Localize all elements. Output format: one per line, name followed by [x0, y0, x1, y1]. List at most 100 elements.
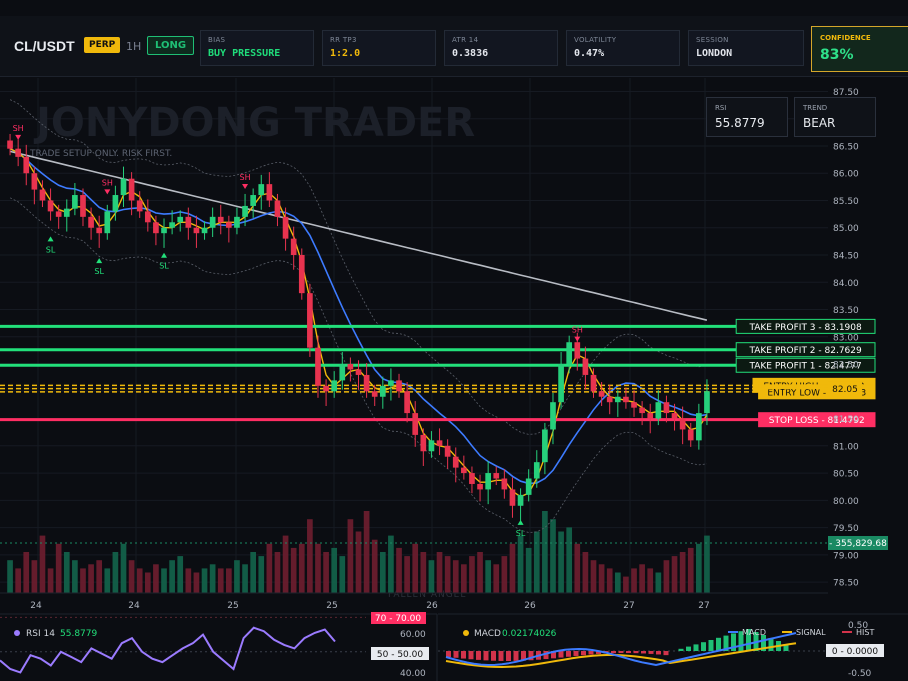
time-tick: 27: [623, 601, 634, 611]
volume-bar: [72, 560, 78, 593]
candle-body: [355, 369, 362, 375]
candle-body: [428, 440, 435, 452]
volume-bar: [655, 572, 662, 593]
macd-hist-bar: [686, 646, 691, 651]
time-tick: 26: [426, 601, 438, 611]
macd-value: 0.02174026: [502, 629, 557, 639]
candle-body: [307, 293, 313, 348]
volume-bar: [493, 564, 500, 593]
candle-body: [469, 473, 475, 484]
macd-hist-bar: [701, 642, 706, 651]
volume-bar: [112, 552, 119, 593]
volume-bar: [209, 564, 216, 593]
volume-bar: [623, 576, 629, 593]
macd-legend-dot: [463, 630, 469, 636]
macd-hist-bar: [708, 640, 714, 651]
candle-body: [517, 494, 524, 506]
volume-bar: [614, 572, 621, 593]
candle-body: [347, 364, 354, 370]
volume-bar: [153, 564, 159, 593]
candle-body: [704, 391, 710, 414]
candle-body: [88, 216, 94, 228]
price-tick: 79.50: [833, 524, 859, 534]
candle-body: [444, 445, 451, 457]
candle-body: [323, 385, 329, 392]
swing-low-label: SL: [516, 529, 526, 538]
volume-bar: [258, 556, 265, 593]
volume-bar: [598, 564, 605, 593]
volume-bar: [582, 552, 589, 593]
volume-bar: [355, 531, 362, 593]
rsi-title: RSI 14: [26, 629, 55, 639]
candle-body: [420, 434, 427, 452]
volume-bar: [31, 560, 38, 593]
macd-hist-bar: [626, 651, 631, 654]
macd-legend-label: SIGNAL: [796, 628, 826, 637]
volume-bar: [388, 535, 394, 593]
macd-hist-bar: [461, 651, 466, 659]
volume-bar: [379, 552, 386, 593]
candle-body: [412, 413, 419, 435]
volume-bar: [639, 564, 645, 593]
price-tick: 81.50: [833, 415, 859, 425]
volume-bar: [396, 547, 402, 593]
macd-hist-bar: [656, 651, 661, 655]
watermark-subtitle: TRADE SETUP ONLY. RISK FIRST.: [29, 149, 172, 159]
candle-body: [185, 216, 192, 228]
candle-body: [590, 374, 597, 392]
volume-bar: [234, 560, 240, 593]
macd-hist-bar: [716, 637, 721, 651]
candle-body: [647, 413, 654, 419]
volume-bar: [550, 519, 556, 593]
macd-hist-bar: [558, 651, 564, 658]
candle-body: [47, 200, 54, 212]
volume-bar: [679, 552, 686, 593]
candle-body: [477, 483, 483, 490]
volume-bar: [696, 543, 702, 593]
volume-bar: [266, 543, 273, 593]
swing-high-label: SH: [102, 178, 113, 187]
candle-body: [623, 396, 629, 403]
candle-body: [201, 227, 208, 234]
volume-bar: [485, 560, 491, 593]
volume-bar: [47, 568, 54, 593]
trend-info-box: TREND BEAR: [794, 97, 876, 137]
swing-high-label: SH: [240, 173, 251, 182]
volume-bar: [120, 543, 127, 593]
volume-bar: [606, 568, 613, 593]
price-tick: 85.00: [833, 224, 859, 234]
volume-bar: [55, 543, 62, 593]
macd-hist-bar: [648, 651, 654, 654]
candle-body: [339, 364, 346, 381]
candle-body: [388, 380, 394, 386]
volume-bar: [15, 568, 21, 593]
volume-bar: [533, 531, 540, 593]
volume-bar: [323, 552, 329, 593]
volume-bar: [590, 560, 597, 593]
macd-hist-bar: [476, 651, 481, 660]
volume-bar: [331, 547, 338, 593]
candle-body: [217, 216, 224, 223]
price-tick: 82.50: [833, 361, 859, 371]
candle-body: [363, 374, 370, 392]
price-tick: 86.00: [833, 170, 859, 180]
candle-body: [655, 402, 662, 419]
candle-body: [404, 391, 410, 414]
candle-body: [663, 402, 670, 414]
candle-body: [598, 391, 605, 397]
macd-hist-bar: [498, 651, 504, 661]
candle-body: [550, 402, 556, 430]
macd-tick: 0.50: [848, 621, 868, 631]
volume-bar: [250, 552, 256, 593]
volume-bar: [217, 568, 224, 593]
volume-bar: [412, 543, 419, 593]
volume-bar: [469, 556, 475, 593]
swing-low-label: SL: [94, 267, 104, 276]
volume-bar: [671, 556, 678, 593]
macd-hist-bar: [678, 648, 684, 651]
candle-body: [396, 380, 402, 392]
candle-body: [509, 489, 516, 506]
candle-body: [331, 380, 338, 392]
candle-body: [631, 402, 637, 408]
volume-bar: [169, 560, 175, 593]
